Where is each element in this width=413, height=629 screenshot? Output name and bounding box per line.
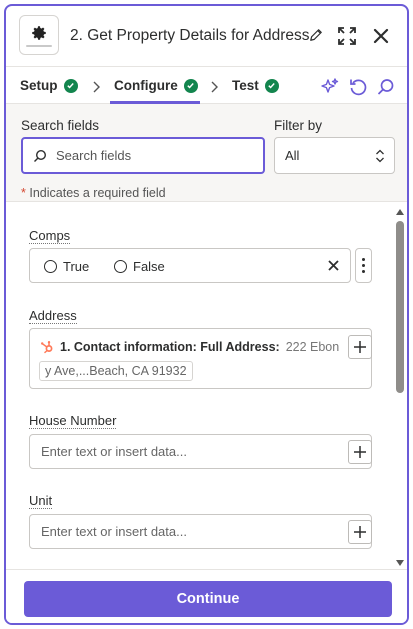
expand-icon[interactable] xyxy=(337,26,357,46)
address-data-pill[interactable]: 1. Contact information: Full Address: 22… xyxy=(40,337,339,357)
comps-option-false[interactable]: False xyxy=(114,259,165,274)
radio-circle xyxy=(114,260,127,273)
pencil-icon[interactable] xyxy=(309,28,323,42)
unit-label: Unit xyxy=(29,493,53,509)
kebab-dot xyxy=(362,258,365,261)
kebab-dot xyxy=(362,270,365,273)
required-star: * xyxy=(21,186,26,200)
more-options-button[interactable] xyxy=(355,248,372,283)
house-number-label: House Number xyxy=(29,413,117,429)
comps-label: Comps xyxy=(29,228,71,244)
house-number-placeholder: Enter text or insert data... xyxy=(41,444,187,459)
panel-header: 2. Get Property Details for Address xyxy=(6,6,407,66)
hubspot-icon xyxy=(41,341,53,354)
step-title: 2. Get Property Details for Address xyxy=(70,27,310,44)
chevron-right-icon xyxy=(93,81,100,93)
address-field[interactable]: 1. Contact information: Full Address: 22… xyxy=(29,328,372,389)
step-editor-panel: 2. Get Property Details for Address Setu… xyxy=(4,4,409,625)
continue-button[interactable]: Continue xyxy=(24,581,392,617)
tab-setup-label: Setup xyxy=(20,78,58,93)
tab-configure-label: Configure xyxy=(114,78,178,93)
address-pill-step: 1. Contact information: Full Address: xyxy=(60,340,280,354)
kebab-dot xyxy=(362,264,365,267)
tab-configure[interactable]: Configure xyxy=(114,78,198,93)
chevron-up-down-icon xyxy=(376,149,384,163)
comps-option-false-label: False xyxy=(133,259,165,274)
comps-option-true-label: True xyxy=(63,259,90,274)
tab-test[interactable]: Test xyxy=(232,78,279,93)
tab-setup[interactable]: Setup xyxy=(20,78,78,93)
step-tabs: Setup Configure Test xyxy=(6,66,407,104)
insert-data-button[interactable] xyxy=(348,440,372,464)
plus-icon xyxy=(354,526,366,538)
search-fields-input[interactable] xyxy=(56,148,246,163)
plus-icon xyxy=(354,446,366,458)
insert-data-button[interactable] xyxy=(348,335,372,359)
clear-icon[interactable] xyxy=(328,260,339,271)
logo-wordmark xyxy=(26,44,52,47)
filter-value: All xyxy=(285,148,300,163)
address-label: Address xyxy=(29,308,77,324)
required-field-note: * Indicates a required field xyxy=(21,186,166,200)
search-icon[interactable] xyxy=(376,77,396,97)
comps-radio-group: True False xyxy=(29,248,351,283)
tab-test-label: Test xyxy=(232,78,259,93)
unit-field[interactable]: Enter text or insert data... xyxy=(29,514,372,549)
filter-select[interactable]: All xyxy=(274,137,395,174)
search-icon xyxy=(34,149,47,162)
scroll-up-arrow[interactable] xyxy=(396,209,404,215)
unit-placeholder: Enter text or insert data... xyxy=(41,524,187,539)
refresh-icon[interactable] xyxy=(348,77,368,97)
panel-footer: Continue xyxy=(6,569,407,623)
address-pill-value: 222 Ebon xyxy=(285,340,340,354)
required-note-text: Indicates a required field xyxy=(29,186,166,200)
check-circle-icon xyxy=(264,78,279,93)
plus-icon xyxy=(354,341,366,353)
close-icon[interactable] xyxy=(372,27,390,45)
insert-data-button[interactable] xyxy=(348,520,372,544)
house-number-field[interactable]: Enter text or insert data... xyxy=(29,434,372,469)
search-fields-label: Search fields xyxy=(21,118,100,133)
search-fields-box[interactable] xyxy=(21,137,265,174)
scroll-down-arrow[interactable] xyxy=(396,560,404,566)
filter-by-label: Filter by xyxy=(274,118,323,133)
check-circle-icon xyxy=(183,78,198,93)
check-circle-icon xyxy=(63,78,78,93)
comps-option-true[interactable]: True xyxy=(44,259,89,274)
radio-circle xyxy=(44,260,57,273)
scrollbar-thumb[interactable] xyxy=(396,221,404,393)
gear-logo-icon xyxy=(32,25,46,40)
fields-list: Comps True False Address 1. Contact info… xyxy=(6,203,407,568)
chevron-right-icon xyxy=(211,81,218,93)
ai-sparkle-icon[interactable] xyxy=(320,77,340,97)
field-search-area: Search fields Filter by All * Indicates … xyxy=(6,104,407,202)
address-pill-continuation: y Ave,...Beach, CA 91932 xyxy=(39,361,193,381)
app-logo xyxy=(19,15,59,55)
